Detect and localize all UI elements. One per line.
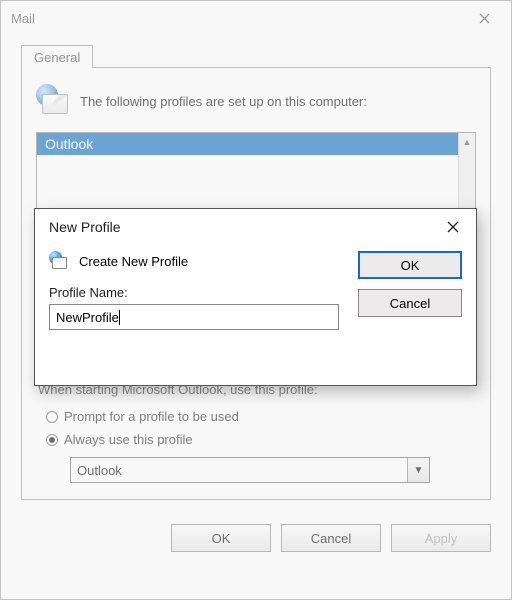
mail-icon: [36, 84, 70, 118]
close-icon[interactable]: [436, 213, 470, 241]
dialog-heading-row: Create New Profile: [49, 251, 348, 271]
apply-button: Apply: [391, 524, 491, 552]
intro-text: The following profiles are set up on thi…: [80, 94, 367, 109]
radio-always[interactable]: Always use this profile: [46, 428, 466, 451]
close-icon[interactable]: [467, 4, 501, 32]
radio-group: Prompt for a profile to be used Always u…: [46, 405, 466, 451]
dialog-title: New Profile: [49, 219, 121, 235]
dialog-titlebar: New Profile: [35, 209, 476, 245]
chevron-down-icon[interactable]: ▼: [407, 458, 429, 482]
radio-always-label: Always use this profile: [64, 432, 193, 447]
text-caret: [119, 310, 120, 325]
profile-name-label: Profile Name:: [49, 285, 348, 300]
tab-strip: General: [21, 43, 491, 68]
radio-icon: [46, 434, 58, 446]
radio-icon: [46, 411, 58, 423]
profile-name-value: NewProfile: [56, 310, 119, 325]
new-profile-dialog: New Profile Create New Profile Profile N…: [34, 208, 477, 386]
tab-general[interactable]: General: [21, 45, 93, 68]
ok-button[interactable]: OK: [171, 524, 271, 552]
dialog-button-row: OK Cancel Apply: [1, 514, 511, 566]
profile-select[interactable]: Outlook ▼: [70, 457, 430, 483]
ok-button[interactable]: OK: [358, 251, 462, 279]
dialog-heading: Create New Profile: [79, 254, 188, 269]
intro-row: The following profiles are set up on thi…: [36, 84, 476, 118]
cancel-button[interactable]: Cancel: [281, 524, 381, 552]
mail-title: Mail: [11, 11, 35, 26]
profile-name-input[interactable]: NewProfile: [49, 304, 339, 330]
mail-icon: [49, 251, 69, 271]
list-item[interactable]: Outlook: [37, 133, 475, 155]
mail-titlebar: Mail: [1, 1, 511, 35]
profile-select-value: Outlook: [71, 463, 407, 478]
chevron-up-icon[interactable]: ▲: [459, 133, 475, 150]
radio-prompt-label: Prompt for a profile to be used: [64, 409, 239, 424]
radio-prompt[interactable]: Prompt for a profile to be used: [46, 405, 466, 428]
cancel-button[interactable]: Cancel: [358, 289, 462, 317]
